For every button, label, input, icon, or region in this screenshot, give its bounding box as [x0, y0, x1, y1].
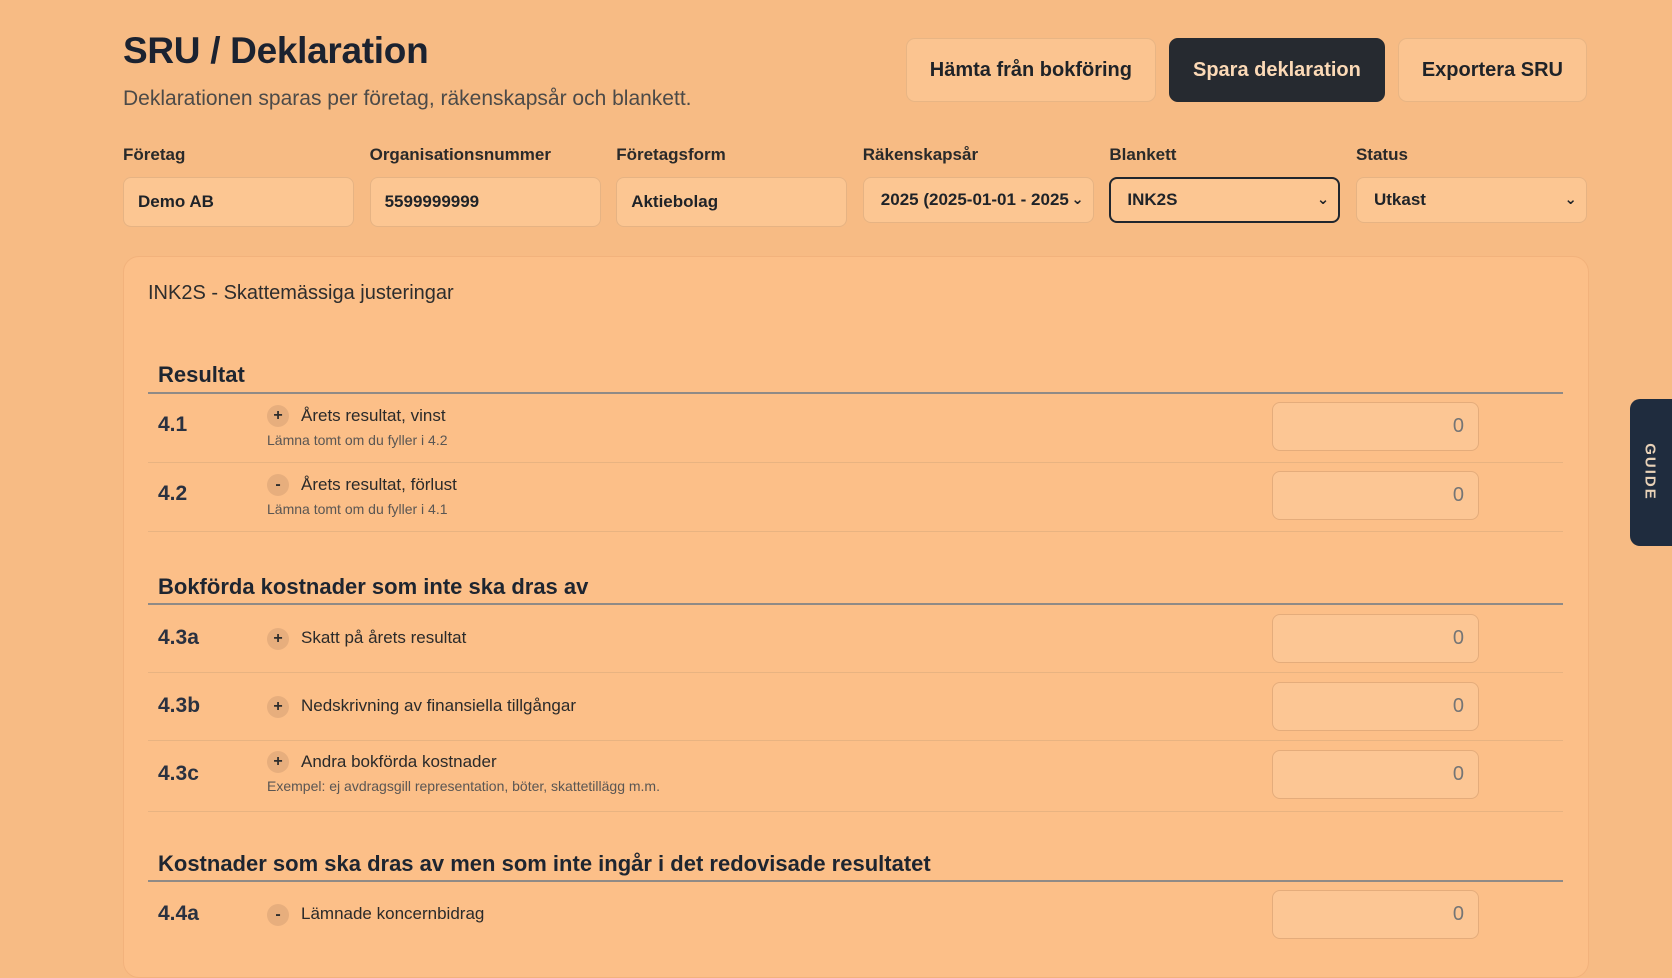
- status-select[interactable]: Utkast ⌄: [1355, 177, 1587, 223]
- fetch-from-bookkeeping-button[interactable]: Hämta från bokföring: [905, 38, 1156, 102]
- amount-input[interactable]: [1272, 890, 1479, 939]
- declaration-row: 4.3c + Andra bokförda kostnader Exempel:…: [148, 741, 1563, 812]
- row-hint: Lämna tomt om du fyller i 4.2: [267, 432, 448, 448]
- amount-input[interactable]: [1272, 402, 1479, 451]
- row-code: 4.2: [158, 482, 188, 505]
- row-label: Lämnade koncernbidrag: [301, 904, 485, 923]
- row-hint: Lämna tomt om du fyller i 4.1: [267, 501, 448, 517]
- row-code: 4.3c: [158, 762, 199, 785]
- plus-icon: +: [267, 751, 289, 773]
- company-field-group: Företag: [123, 145, 354, 227]
- save-declaration-button[interactable]: Spara deklaration: [1169, 38, 1385, 102]
- row-code: 4.3b: [158, 694, 201, 717]
- plus-icon: +: [267, 696, 289, 718]
- row-label: Årets resultat, vinst: [301, 406, 446, 425]
- declaration-row: 4.2 - Årets resultat, förlust Lämna tomt…: [148, 463, 1563, 532]
- form-selected-value: INK2S: [1127, 190, 1178, 209]
- org-number-field-group: Organisationsnummer: [369, 145, 601, 227]
- fiscal-year-selected-value: 2025 (2025-01-01 - 2025: [880, 190, 1069, 209]
- panel-title: INK2S - Skattemässiga justeringar: [148, 282, 454, 304]
- chevron-down-icon: ⌄: [1316, 191, 1330, 208]
- declaration-row: 4.1 + Årets resultat, vinst Lämna tomt o…: [148, 394, 1563, 463]
- company-form-input[interactable]: [616, 177, 848, 227]
- status-selected-value: Utkast: [1373, 190, 1426, 209]
- form-label: Blankett: [1109, 145, 1177, 164]
- declaration-fields: Företag Organisationsnummer Företagsform…: [123, 145, 1587, 227]
- form-select[interactable]: INK2S ⌄: [1109, 177, 1341, 223]
- declaration-page: SRU / Deklaration Deklarationen sparas p…: [123, 30, 1589, 978]
- company-label: Företag: [123, 145, 186, 164]
- declaration-row: 4.4a - Lämnade koncernbidrag: [148, 882, 1563, 949]
- amount-input[interactable]: [1272, 614, 1479, 663]
- declaration-row: 4.3a + Skatt på årets resultat: [148, 605, 1563, 673]
- page-title: SRU / Deklaration: [123, 30, 429, 71]
- row-code: 4.4a: [158, 902, 199, 925]
- fiscal-year-label: Räkenskapsår: [862, 145, 979, 164]
- section-title: Bokförda kostnader som inte ska dras av: [158, 574, 589, 599]
- org-number-label: Organisationsnummer: [369, 145, 551, 164]
- chevron-down-icon: ⌄: [1071, 191, 1084, 208]
- chevron-down-icon: ⌄: [1564, 191, 1577, 208]
- row-label: Andra bokförda kostnader: [301, 752, 497, 771]
- section-title: Resultat: [158, 362, 245, 387]
- declaration-row: 4.3b + Nedskrivning av finansiella tillg…: [148, 673, 1563, 741]
- row-label: Skatt på årets resultat: [301, 628, 467, 647]
- amount-input[interactable]: [1272, 750, 1479, 799]
- status-field-group: Status Utkast ⌄: [1355, 145, 1587, 227]
- company-input[interactable]: [123, 177, 354, 227]
- plus-icon: +: [267, 628, 289, 650]
- minus-icon: -: [267, 904, 289, 926]
- amount-input[interactable]: [1272, 682, 1479, 731]
- row-label: Årets resultat, förlust: [301, 475, 457, 494]
- export-sru-button[interactable]: Exportera SRU: [1397, 38, 1587, 102]
- guide-tab-label: GUIDE: [1641, 443, 1659, 501]
- header-actions: Hämta från bokföring Spara deklaration E…: [905, 38, 1587, 102]
- form-field-group: Blankett INK2S ⌄: [1109, 145, 1341, 227]
- adjustments-panel: INK2S - Skattemässiga justeringar Result…: [123, 256, 1589, 978]
- org-number-input[interactable]: [369, 177, 601, 227]
- row-code: 4.1: [158, 413, 188, 436]
- row-code: 4.3a: [158, 626, 199, 649]
- company-form-field-group: Företagsform: [616, 145, 848, 227]
- section-title: Kostnader som ska dras av men som inte i…: [158, 851, 931, 876]
- company-form-label: Företagsform: [616, 145, 726, 164]
- row-label: Nedskrivning av finansiella tillgångar: [301, 696, 576, 715]
- plus-icon: +: [267, 405, 289, 427]
- minus-icon: -: [267, 474, 289, 496]
- fiscal-year-select[interactable]: 2025 (2025-01-01 - 2025 ⌄: [862, 177, 1094, 223]
- status-label: Status: [1355, 145, 1408, 164]
- amount-input[interactable]: [1272, 471, 1479, 520]
- guide-tab[interactable]: GUIDE: [1630, 399, 1672, 546]
- page-header: SRU / Deklaration Deklarationen sparas p…: [123, 30, 1587, 140]
- fiscal-year-field-group: Räkenskapsår 2025 (2025-01-01 - 2025 ⌄: [862, 145, 1094, 227]
- page-subtitle: Deklarationen sparas per företag, räkens…: [123, 87, 692, 110]
- row-hint: Exempel: ej avdragsgill representation, …: [267, 778, 660, 794]
